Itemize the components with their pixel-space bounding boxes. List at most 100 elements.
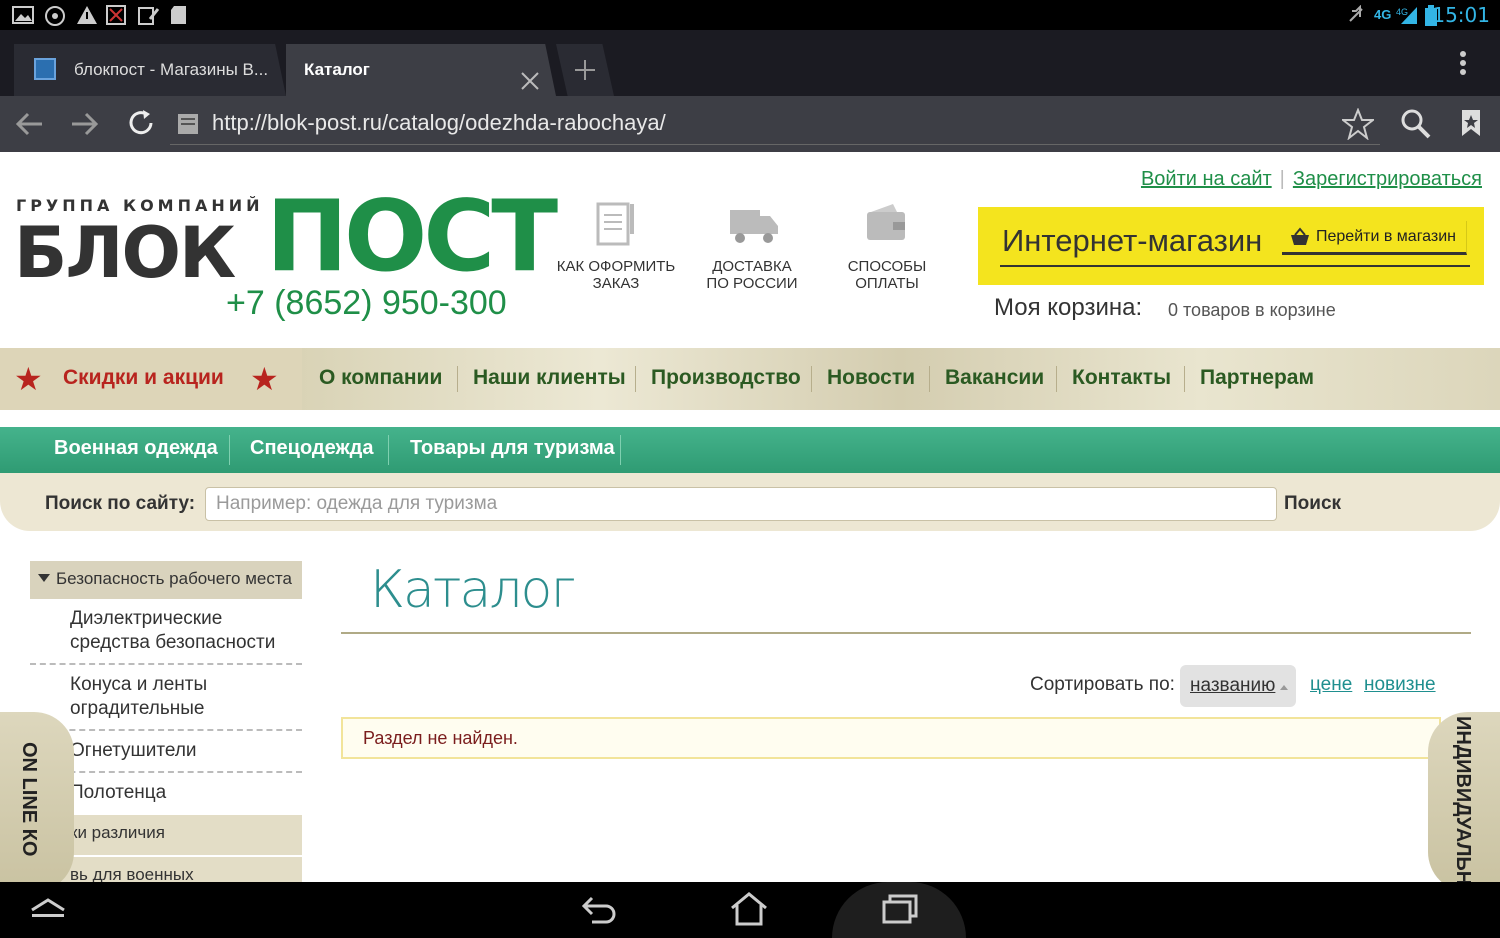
- sidebar-item[interactable]: Конуса и ленты оградительные: [30, 665, 302, 731]
- info-line2: ОПЛАТЫ: [855, 275, 919, 292]
- back-nav-icon[interactable]: [581, 894, 618, 931]
- search-button[interactable]: Поиск: [1284, 493, 1341, 515]
- logo-post[interactable]: ПОСТ: [266, 180, 558, 294]
- not-found-message: Раздел не найден.: [341, 717, 1441, 759]
- online-consultant-tab[interactable]: ON LINE КО: [0, 712, 74, 882]
- home-icon[interactable]: [730, 892, 768, 931]
- back-icon[interactable]: [14, 110, 44, 143]
- title-underline: [341, 632, 1471, 634]
- bookmark-star-icon[interactable]: [1340, 107, 1376, 145]
- divider: [1184, 366, 1185, 392]
- screen: 4G 4G 15:01 блокпост - Магазины В... Кат…: [0, 0, 1500, 938]
- gallery-icon: [12, 5, 34, 25]
- phone-number[interactable]: +7 (8652) 950-300: [226, 284, 507, 323]
- status-bar: 4G 4G 15:01: [0, 0, 1500, 30]
- tab-blokpost[interactable]: блокпост - Магазины В...: [14, 44, 286, 96]
- search-label: Поиск по сайту:: [45, 493, 196, 514]
- search-icon[interactable]: [1400, 108, 1432, 145]
- info-line1: КАК ОФОРМИТЬ: [556, 258, 676, 275]
- system-nav-bar: [0, 882, 1500, 938]
- shop-title: Интернет-магазин: [1002, 223, 1263, 258]
- divider: |: [1279, 168, 1285, 190]
- menu-news[interactable]: Новости: [827, 366, 915, 390]
- forward-icon[interactable]: [70, 110, 100, 143]
- cart-label: Моя корзина:: [994, 294, 1143, 321]
- go-to-shop-button[interactable]: Перейти в магазин: [1282, 221, 1467, 255]
- sidebar-item[interactable]: Диэлектрические средства безопасности: [30, 599, 302, 665]
- sidebar-item-line1: Огнетушители: [70, 740, 197, 761]
- sidebar-item-line2: средства безопасности: [70, 632, 276, 653]
- menu-vacancies[interactable]: Вакансии: [945, 366, 1044, 390]
- edit-icon: [138, 5, 160, 25]
- clock: 15:01: [1432, 3, 1490, 27]
- promo-link[interactable]: Скидки и акции: [63, 366, 224, 390]
- shop-underline: [1000, 265, 1470, 267]
- star-icon: ★: [14, 361, 43, 397]
- bookmarks-icon[interactable]: [1460, 108, 1482, 143]
- promo-block[interactable]: ★ Скидки и акции ★: [0, 348, 302, 410]
- menu-contacts[interactable]: Контакты: [1072, 366, 1171, 390]
- reload-icon[interactable]: [126, 108, 156, 143]
- how-to-order-link[interactable]: КАК ОФОРМИТЬ ЗАКАЗ: [546, 200, 686, 292]
- whatsapp-icon: [44, 5, 66, 26]
- menu-production[interactable]: Производство: [651, 366, 801, 390]
- sidebar-category-workplace-safety[interactable]: Безопасность рабочего места: [30, 561, 302, 599]
- basket-icon: [1290, 227, 1310, 259]
- login-link[interactable]: Войти на сайт: [1141, 168, 1272, 190]
- menu-military-clothing[interactable]: Военная одежда: [54, 437, 218, 460]
- tab-catalog[interactable]: Каталог: [286, 44, 556, 96]
- sidebar-heading: Безопасность рабочего места: [56, 569, 292, 588]
- sidebar-item-line1: Диэлектрические: [70, 608, 223, 629]
- sort-by-newness[interactable]: новизне: [1364, 674, 1436, 696]
- url-field[interactable]: http://blok-post.ru/catalog/odezhda-rabo…: [212, 110, 666, 136]
- tab-label: блокпост - Магазины В...: [74, 60, 269, 79]
- delivery-link[interactable]: ДОСТАВКА ПО РОССИИ: [682, 200, 822, 292]
- info-line1: ДОСТАВКА: [712, 258, 792, 275]
- warning-icon: [76, 5, 98, 25]
- divider: [388, 435, 389, 465]
- web-page: ГРУППА КОМПАНИЙ БЛОК ПОСТ +7 (8652) 950-…: [0, 152, 1500, 882]
- menu-clients[interactable]: Наши клиенты: [473, 366, 626, 390]
- payment-link[interactable]: СПОСОБЫ ОПЛАТЫ: [817, 200, 957, 292]
- online-consultant-label: ON LINE КО: [18, 742, 40, 857]
- divider: [457, 366, 458, 392]
- menu-workwear[interactable]: Спецодежда: [250, 437, 373, 460]
- divider: [620, 435, 621, 465]
- truck-icon: [728, 200, 778, 250]
- document-icon: [592, 200, 640, 250]
- sidebar-item-line2: оградительные: [70, 698, 205, 719]
- browser-tab-bar: блокпост - Магазины В... Каталог: [0, 30, 1500, 96]
- sidebar-item-line1: Конуса и ленты: [70, 674, 208, 695]
- favicon-icon: [34, 58, 56, 80]
- signal-icon: [1400, 5, 1418, 25]
- cart-count[interactable]: 0 товаров в корзине: [1168, 300, 1336, 321]
- auth-links: Войти на сайт | Зарегистрироваться: [1141, 168, 1482, 191]
- sort-by-name-label: названию: [1190, 675, 1276, 696]
- menu-tourism[interactable]: Товары для туризма: [410, 437, 615, 460]
- info-line1: СПОСОБЫ: [847, 258, 927, 275]
- hide-keyboard-icon[interactable]: [30, 896, 66, 925]
- individual-order-tab[interactable]: ИНДИВИДУАЛЬН: [1428, 712, 1500, 882]
- new-tab-button[interactable]: [556, 44, 614, 96]
- overflow-menu-icon[interactable]: [1458, 50, 1468, 81]
- star-icon: ★: [250, 361, 279, 397]
- register-link[interactable]: Зарегистрироваться: [1293, 168, 1482, 190]
- menu-partners[interactable]: Партнерам: [1200, 366, 1314, 390]
- tab-label: Каталог: [304, 60, 370, 79]
- logo-blok[interactable]: БЛОК: [14, 212, 236, 294]
- site-search: Поиск по сайту: Поиск: [0, 473, 1500, 531]
- page-title: Каталог: [370, 560, 576, 620]
- category-menu: Военная одежда Спецодежда Товары для тур…: [0, 427, 1500, 473]
- page-icon: [176, 112, 200, 141]
- caret-down-icon: [38, 574, 50, 582]
- divider: [811, 366, 812, 392]
- search-input[interactable]: [205, 487, 1277, 521]
- sort-by-price[interactable]: цене: [1310, 674, 1352, 696]
- recent-apps-icon[interactable]: [882, 894, 918, 929]
- url-underline: [170, 144, 1380, 145]
- sort-up-icon: [1280, 685, 1288, 690]
- info-line2: ЗАКАЗ: [592, 275, 640, 292]
- main-menu: ★ Скидки и акции ★ О компании Наши клиен…: [0, 348, 1500, 410]
- sort-by-name[interactable]: названию: [1180, 665, 1296, 707]
- menu-about[interactable]: О компании: [319, 366, 442, 390]
